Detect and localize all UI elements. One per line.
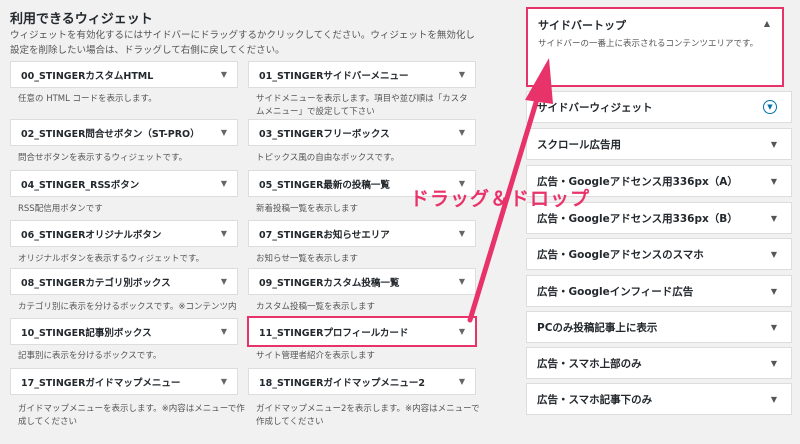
widget-title: 10_STINGER記事別ボックス	[21, 327, 152, 339]
area-pc-above-post[interactable]: PCのみ投稿記事上に表示 ▼	[526, 311, 792, 343]
area-scroll-ad[interactable]: スクロール広告用 ▼	[526, 128, 792, 160]
widget-title: 00_STINGERカスタムHTML	[21, 70, 154, 82]
widget-title: 03_STINGERフリーボックス	[259, 128, 390, 140]
widget-04-rss-button[interactable]: 04_STINGER_RSSボタン ▼	[10, 170, 238, 197]
triangle-down-icon[interactable]: ▼	[459, 128, 465, 137]
triangle-down-icon[interactable]: ▼	[221, 70, 227, 79]
widget-description: ガイドマップメニュー2を表示します。※内容はメニューで作成してください	[256, 404, 480, 427]
area-title: 広告・スマホ記事下のみ	[537, 393, 653, 406]
widget-01-sidebar-menu[interactable]: 01_STINGERサイドバーメニュー ▼	[248, 61, 476, 88]
widget-00-custom-html[interactable]: 00_STINGERカスタムHTML ▼	[10, 61, 238, 88]
triangle-down-icon[interactable]: ▼	[221, 327, 227, 336]
triangle-down-icon[interactable]: ▼	[221, 229, 227, 238]
area-adsense-mobile[interactable]: 広告・Googleアドセンスのスマホ ▼	[526, 238, 792, 270]
area-title: 広告・Googleアドセンス用336px（B）	[537, 212, 738, 225]
triangle-down-icon[interactable]: ▼	[771, 177, 777, 186]
area-title: 広告・Googleアドセンスのスマホ	[537, 248, 704, 261]
triangle-down-icon[interactable]: ▼	[221, 179, 227, 188]
widget-description: 問合せボタンを表示するウィジェットです。	[18, 153, 188, 163]
widget-06-original-button[interactable]: 06_STINGERオリジナルボタン ▼	[10, 220, 238, 247]
widget-description: ガイドマップメニューを表示します。※内容はメニューで作成してください	[18, 404, 245, 427]
area-title: 広告・スマホ上部のみ	[537, 357, 642, 370]
widget-09-custom-post-list[interactable]: 09_STINGERカスタム投稿一覧 ▼	[248, 268, 476, 295]
area-title: スクロール広告用	[537, 138, 621, 151]
widget-description: お知らせ一覧を表示します	[256, 254, 358, 264]
widget-18-guide-map-menu-2[interactable]: 18_STINGERガイドマップメニュー2 ▼	[248, 368, 476, 395]
sidebar-top-description: サイドバーの一番上に表示されるコンテンツエリアです。	[538, 39, 759, 49]
widget-02-contact-button[interactable]: 02_STINGER問合せボタン（ST-PRO） ▼	[10, 119, 238, 146]
widget-10-article-box[interactable]: 10_STINGER記事別ボックス ▼	[10, 318, 238, 345]
triangle-down-icon[interactable]: ▼	[771, 140, 777, 149]
triangle-down-icon[interactable]: ▼	[221, 277, 227, 286]
triangle-down-icon[interactable]: ▼	[771, 323, 777, 332]
available-widgets-title: 利用できるウィジェット	[10, 12, 153, 27]
widget-description: カテゴリ別に表示を分けるボックスです。※コンテンツ内	[18, 302, 237, 312]
widget-description: オリジナルボタンを表示するウィジェットです。	[18, 254, 205, 264]
area-mobile-below-post[interactable]: 広告・スマホ記事下のみ ▼	[526, 383, 792, 415]
widget-17-guide-map-menu[interactable]: 17_STINGERガイドマップメニュー ▼	[10, 368, 238, 395]
widget-title: 01_STINGERサイドバーメニュー	[259, 70, 409, 82]
widget-description: サイドメニューを表示します。項目や並び順は「カスタムメニュー」で設定して下さい	[256, 94, 468, 117]
triangle-up-icon[interactable]: ▲	[764, 19, 770, 28]
widget-description: RSS配信用ボタンです	[18, 204, 103, 214]
triangle-down-icon[interactable]: ▼	[771, 395, 777, 404]
area-title: サイドバーウィジェット	[537, 101, 653, 114]
widget-title: 05_STINGER最新の投稿一覧	[259, 179, 390, 191]
sidebar-top-area[interactable]: サイドバートップ ▲ サイドバーの一番上に表示されるコンテンツエリアです。	[526, 7, 784, 87]
widget-title: 04_STINGER_RSSボタン	[21, 179, 140, 191]
widget-description: カスタム投稿一覧を表示します	[256, 302, 376, 312]
area-title: PCのみ投稿記事上に表示	[537, 321, 658, 334]
widget-title: 06_STINGERオリジナルボタン	[21, 229, 162, 241]
widget-title: 02_STINGER問合せボタン（ST-PRO）	[21, 128, 200, 140]
available-widgets-description: ウィジェットを有効化するにはサイドバーにドラッグするかクリックしてください。ウィ…	[10, 30, 475, 56]
triangle-down-icon[interactable]: ▼	[771, 214, 777, 223]
circle-chevron-down-icon[interactable]: ▼	[763, 100, 777, 114]
widget-07-news-area[interactable]: 07_STINGERお知らせエリア ▼	[248, 220, 476, 247]
widget-description: 記事別に表示を分けるボックスです。	[18, 351, 162, 361]
area-infeed-ad[interactable]: 広告・Googleインフィード広告 ▼	[526, 275, 792, 307]
sidebar-top-title: サイドバートップ	[538, 19, 626, 32]
triangle-down-icon[interactable]: ▼	[459, 327, 465, 336]
widget-title: 07_STINGERお知らせエリア	[259, 229, 390, 241]
triangle-down-icon[interactable]: ▼	[221, 128, 227, 137]
triangle-down-icon[interactable]: ▼	[771, 287, 777, 296]
widget-description: 任意の HTML コードを表示します。	[18, 94, 157, 104]
triangle-down-icon[interactable]: ▼	[459, 277, 465, 286]
area-sidebar-widget[interactable]: サイドバーウィジェット ▼	[526, 91, 792, 123]
widget-title: 17_STINGERガイドマップメニュー	[21, 377, 181, 389]
area-mobile-top[interactable]: 広告・スマホ上部のみ ▼	[526, 347, 792, 379]
widget-11-profile-card[interactable]: 11_STINGERプロフィールカード ▼	[247, 316, 477, 347]
widget-title: 18_STINGERガイドマップメニュー2	[259, 377, 425, 389]
widget-description: トピックス風の自由なボックスです。	[256, 153, 400, 163]
widget-title: 09_STINGERカスタム投稿一覧	[259, 277, 400, 289]
triangle-down-icon[interactable]: ▼	[771, 250, 777, 259]
widget-title: 11_STINGERプロフィールカード	[259, 327, 409, 339]
widget-08-category-box[interactable]: 08_STINGERカテゴリ別ボックス ▼	[10, 268, 238, 295]
drag-drop-label: ドラッグ＆ドロップ	[410, 188, 591, 210]
triangle-down-icon[interactable]: ▼	[459, 70, 465, 79]
widget-description: サイト管理者紹介を表示します	[256, 351, 376, 361]
triangle-down-icon[interactable]: ▼	[771, 359, 777, 368]
triangle-down-icon[interactable]: ▼	[459, 229, 465, 238]
area-title: 広告・Googleインフィード広告	[537, 285, 694, 298]
triangle-down-icon[interactable]: ▼	[459, 377, 465, 386]
widget-title: 08_STINGERカテゴリ別ボックス	[21, 277, 171, 289]
widget-03-free-box[interactable]: 03_STINGERフリーボックス ▼	[248, 119, 476, 146]
triangle-down-icon[interactable]: ▼	[221, 377, 227, 386]
